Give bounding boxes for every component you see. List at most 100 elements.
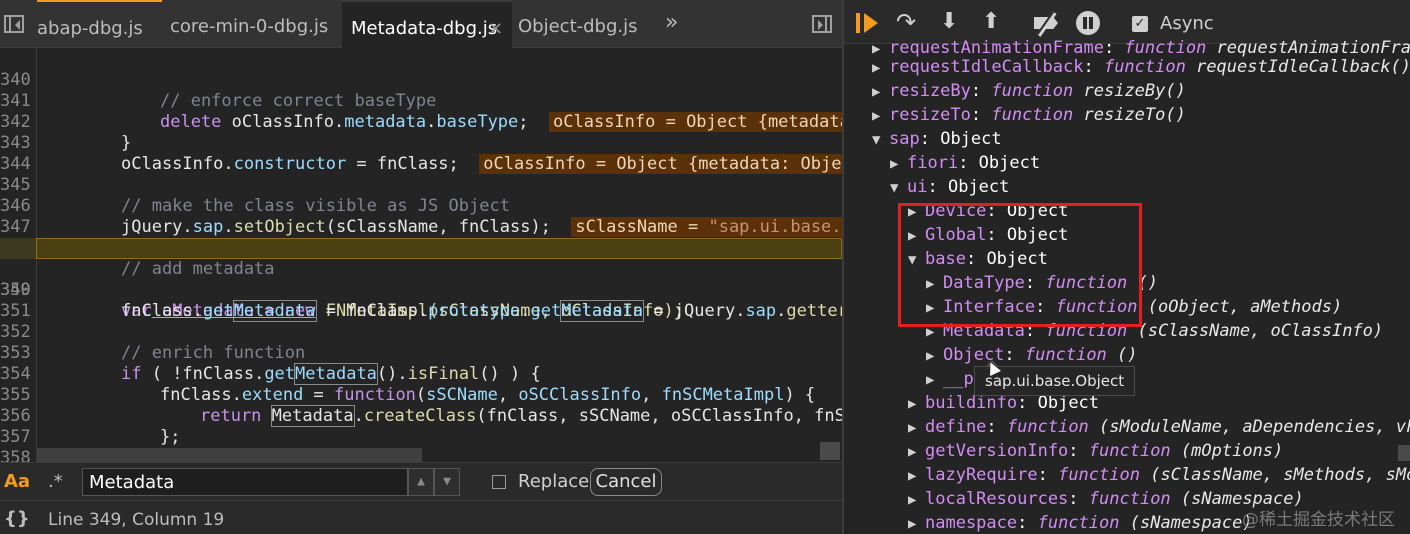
- code-line: 355 return Metadata.createClass(fnClass,…: [0, 385, 842, 427]
- search-next-button[interactable]: ▼: [434, 468, 460, 496]
- separator: :: [1068, 441, 1089, 461]
- scope-tree-row[interactable]: ▼ sap: Object: [872, 127, 1002, 151]
- source-editor-pane: abap-dbg.js core-min-0-dbg.js Metadata-d…: [0, 0, 842, 534]
- async-checkbox[interactable]: ✓: [1132, 16, 1148, 32]
- property-name: resizeBy: [889, 81, 971, 101]
- vertical-scrollbar-thumb[interactable]: [1398, 445, 1410, 461]
- execution-highlight: [36, 238, 842, 259]
- code-area[interactable]: 340 // enforce correct baseType 341 dele…: [0, 48, 842, 462]
- pause-on-exceptions-icon[interactable]: [1076, 11, 1100, 35]
- collapsed-arrow-icon[interactable]: ▶: [908, 512, 925, 534]
- function-signature: resizeTo(): [1073, 105, 1186, 125]
- vertical-scrollbar-thumb[interactable]: [820, 442, 840, 460]
- status-bar: {} Line 349, Column 19: [0, 500, 842, 534]
- property-value: function: [1103, 57, 1186, 77]
- resume-icon[interactable]: [856, 11, 880, 35]
- collapsed-arrow-icon[interactable]: ▶: [908, 440, 925, 464]
- collapsed-arrow-icon[interactable]: ▶: [926, 368, 943, 392]
- code-line: 353 if ( !fnClass.getMetadata().isFinal(…: [0, 343, 541, 385]
- tab-abap-dbg[interactable]: abap-dbg.js: [37, 0, 162, 48]
- collapsed-arrow-icon[interactable]: ▶: [908, 488, 925, 512]
- separator: :: [919, 129, 941, 149]
- collapsed-arrow-icon[interactable]: ▶: [872, 104, 889, 128]
- code-line: 347: [0, 196, 842, 237]
- scope-tree-row[interactable]: ▶ resizeBy: function resizeBy(): [872, 79, 1186, 103]
- scope-tree-row[interactable]: ▶ lazyRequire: function (sClassName, sMet…: [908, 463, 1410, 487]
- property-value: function: [1006, 417, 1089, 437]
- separator: :: [1004, 345, 1025, 365]
- property-value: function: [1088, 441, 1171, 461]
- function-signature: (sClassName, oClassInfo): [1127, 321, 1384, 341]
- collapsed-arrow-icon[interactable]: ▶: [872, 56, 889, 80]
- function-signature: (sModuleName, aDependencies, vFa: [1088, 417, 1410, 437]
- function-signature: requestIdleCallback(): [1185, 57, 1410, 77]
- property-value: function: [1058, 465, 1140, 485]
- code-line: 345 // make the class visible as JS Obje…: [0, 154, 842, 216]
- code-line: 357 }: [0, 406, 842, 462]
- expanded-arrow-icon[interactable]: ▼: [872, 128, 889, 152]
- tab-core-min-0-dbg[interactable]: core-min-0-dbg.js: [170, 0, 340, 48]
- tab-object-dbg[interactable]: Object-dbg.js: [518, 0, 648, 48]
- debugger-sidebar: ↷ ⬇ ⬆ ✓ Async ▶ requestAnimationFrame: fu…: [844, 0, 1410, 534]
- scope-tree-row[interactable]: ▼ ui: Object: [890, 175, 1009, 199]
- step-out-icon[interactable]: ⬆: [982, 11, 1002, 35]
- tab-overflow-icon[interactable]: »: [665, 10, 678, 35]
- deactivate-breakpoints-icon[interactable]: [1032, 11, 1062, 35]
- collapsed-arrow-icon[interactable]: ▶: [908, 416, 925, 440]
- code-line: 348 // add metadata: [0, 217, 842, 279]
- expanded-arrow-icon[interactable]: ▼: [890, 176, 907, 200]
- code-line: 358: [0, 427, 842, 462]
- code-line: 340 // enforce correct baseType: [0, 49, 842, 111]
- separator: :: [970, 81, 992, 101]
- separator: :: [1068, 489, 1089, 509]
- separator: :: [958, 153, 979, 173]
- step-into-icon[interactable]: ⬇: [940, 11, 960, 35]
- property-value: Object: [1037, 393, 1100, 413]
- collapsed-arrow-icon[interactable]: ▶: [872, 80, 889, 104]
- cancel-button[interactable]: Cancel: [590, 468, 662, 496]
- scope-tree-row[interactable]: ▶ Object: function (): [926, 343, 1138, 367]
- property-name: sap: [889, 129, 920, 149]
- scope-tree-row[interactable]: ▶ namespace: function (sNamespace): [908, 511, 1253, 534]
- collapsed-arrow-icon[interactable]: ▶: [908, 392, 925, 416]
- function-signature: (sClassName, sMethods, sMod: [1139, 465, 1410, 485]
- collapsed-arrow-icon[interactable]: ▶: [926, 344, 943, 368]
- scope-tree-row[interactable]: ▶ getVersionInfo: function (mOptions): [908, 439, 1283, 463]
- separator: :: [1017, 513, 1038, 533]
- toggle-navigator-icon[interactable]: [4, 15, 24, 33]
- property-name: ui: [907, 177, 928, 197]
- tab-metadata-dbg[interactable]: Metadata-dbg.js ×: [342, 0, 512, 48]
- collapsed-arrow-icon[interactable]: ▶: [908, 464, 925, 488]
- step-over-icon[interactable]: ↷: [896, 10, 922, 35]
- toggle-debugger-icon[interactable]: [812, 15, 832, 33]
- property-name: buildinfo: [925, 393, 1018, 413]
- collapsed-arrow-icon[interactable]: ▶: [890, 152, 907, 176]
- search-input[interactable]: [82, 468, 408, 496]
- property-name: lazyRequire: [925, 465, 1038, 485]
- property-name: requestIdleCallback: [889, 57, 1084, 77]
- property-name: fiori: [907, 153, 959, 173]
- tab-label: abap-dbg.js: [37, 18, 143, 39]
- scope-tree-row[interactable]: ▶ define: function (sModuleName, aDepende…: [908, 415, 1410, 439]
- replace-checkbox[interactable]: [492, 475, 506, 489]
- search-previous-button[interactable]: ▲: [408, 468, 434, 496]
- tab-label: core-min-0-dbg.js: [170, 16, 329, 37]
- property-value: Object: [947, 177, 1010, 197]
- scope-tree-row[interactable]: ▶ fiori: Object: [890, 151, 1040, 175]
- match-case-toggle[interactable]: Aa: [4, 471, 30, 492]
- regex-toggle[interactable]: .*: [48, 471, 63, 492]
- property-value: function: [1088, 489, 1171, 509]
- pretty-print-icon[interactable]: {}: [4, 508, 30, 529]
- property-name: namespace: [925, 513, 1018, 533]
- code-line: 343 oClassInfo.constructor = fnClass; oC…: [0, 112, 842, 174]
- scope-tree-row[interactable]: ▶ resizeTo: function resizeTo(): [872, 103, 1186, 127]
- property-value: Object: [940, 129, 1002, 149]
- code-line: 350 fnClass.getMetadata = fnClass.protot…: [0, 280, 842, 322]
- code-line: 356 };: [0, 406, 181, 447]
- property-value: function: [1037, 513, 1120, 533]
- current-execution-line: 349 var oMetadata = new FNMetaImpl(sClas…: [0, 238, 842, 321]
- cursor-position: Line 349, Column 19: [48, 510, 225, 530]
- code-line: 342 }: [0, 112, 132, 153]
- horizontal-scrollbar-thumb[interactable]: [37, 448, 422, 462]
- scope-tree-row[interactable]: ▶ requestIdleCallback: function requestId…: [872, 55, 1410, 79]
